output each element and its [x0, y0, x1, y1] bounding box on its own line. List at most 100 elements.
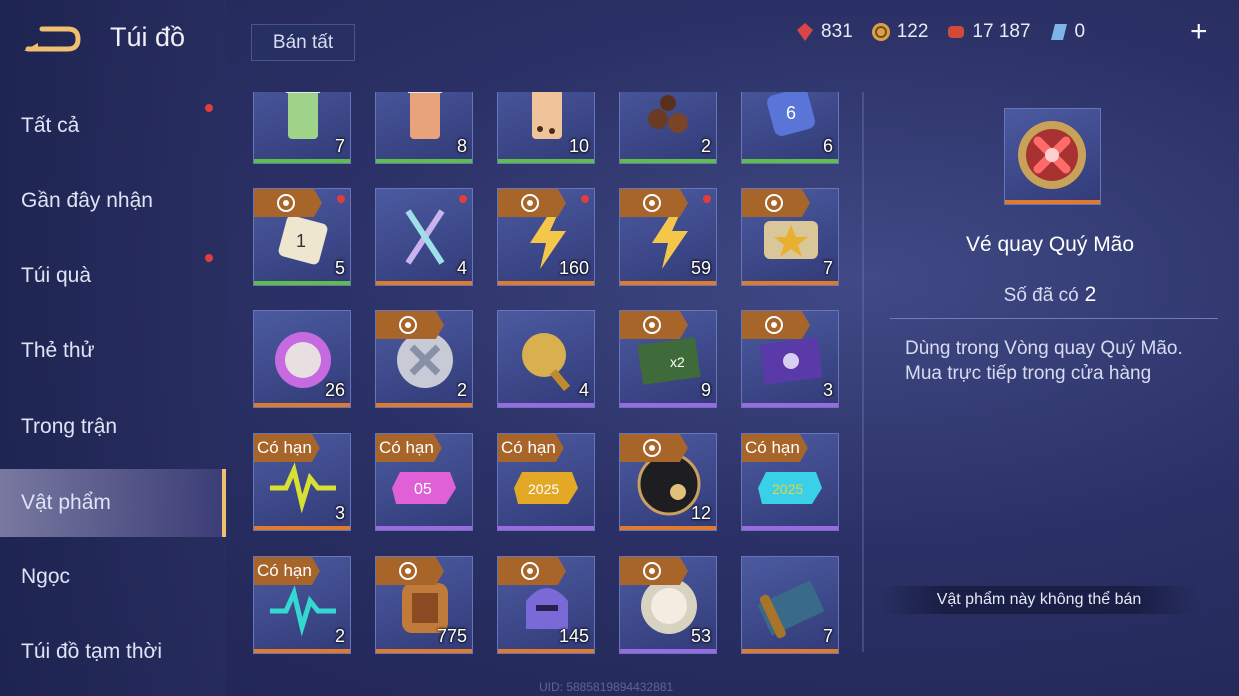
- notification-dot: [205, 104, 213, 112]
- rarity-bar: [376, 281, 472, 285]
- svg-text:1: 1: [296, 231, 306, 251]
- notification-dot: [703, 195, 711, 203]
- purchasable-coin-icon: [620, 434, 688, 462]
- inventory-slot-purple-orb[interactable]: 26: [253, 310, 351, 408]
- item-count: 59: [690, 258, 711, 278]
- inventory-slot-light-sticks[interactable]: 4: [375, 188, 473, 286]
- back-button[interactable]: [22, 22, 82, 58]
- inventory-slot-x2-green-card[interactable]: x2 9: [619, 310, 717, 408]
- item-count: 3: [822, 380, 833, 400]
- rarity-bar: [498, 526, 594, 530]
- item-count: 2: [700, 136, 711, 156]
- back-arrow-icon: [24, 26, 81, 52]
- light-sticks-icon: [405, 209, 445, 265]
- item-count: 2: [456, 380, 467, 400]
- sidebar-item-label: Trong trận: [21, 415, 118, 438]
- inventory-slot-blue-dice[interactable]: 66: [741, 92, 839, 164]
- item-count: 9: [700, 380, 711, 400]
- inventory-slot-silver-x-orb[interactable]: 2: [375, 310, 473, 408]
- currency-value: 831: [821, 21, 853, 42]
- inventory-slot-yellow-pulse[interactable]: Có hạn 3: [253, 433, 351, 531]
- blue-dice-icon: 6: [767, 92, 815, 136]
- inventory-slot-lightning-bolt-small[interactable]: 59: [619, 188, 717, 286]
- sidebar-item[interactable]: Trong trận: [0, 393, 226, 461]
- owned-value: 2: [1084, 283, 1097, 306]
- svg-text:6: 6: [786, 103, 796, 123]
- sidebar-item[interactable]: Vật phẩm: [0, 469, 226, 537]
- inventory-slot-pink-05-badge[interactable]: 05 Có hạn: [375, 433, 473, 531]
- currency-red-gem[interactable]: 831: [795, 21, 853, 43]
- sidebar-item[interactable]: Gần đây nhận: [0, 167, 226, 235]
- notification-dot: [581, 195, 589, 203]
- detail-description: Dùng trong Vòng quay Quý Mão. Mua trực t…: [905, 336, 1215, 386]
- currency-bar: 831 122 17 187 0: [795, 17, 1227, 47]
- currency-value: 0: [1074, 21, 1086, 42]
- rarity-bar: [742, 649, 838, 653]
- limited-tag: Có hạn: [254, 557, 320, 585]
- item-count: 26: [324, 380, 345, 400]
- currency-gold-coin[interactable]: 122: [871, 21, 928, 43]
- purchasable-coin-icon: [498, 189, 566, 217]
- currency-blue-diamond[interactable]: 0: [1049, 21, 1086, 43]
- inventory-slot-orange-tea-cup[interactable]: 8: [375, 92, 473, 164]
- chocolate-balls-icon: [648, 95, 688, 133]
- spin-ticket-icon: [1018, 121, 1086, 189]
- rarity-bar: [742, 159, 838, 163]
- svg-text:05: 05: [414, 481, 432, 498]
- currency-red-voucher[interactable]: 17 187: [946, 21, 1031, 43]
- limited-tag: Có hạn: [376, 434, 442, 462]
- item-count: 53: [690, 626, 711, 646]
- inventory-slot-tap-hand-coin[interactable]: 12: [619, 433, 717, 531]
- inventory-slot-cyan-pulse[interactable]: Có hạn 2: [253, 556, 351, 654]
- inventory-slot-silver-orb[interactable]: 53: [619, 556, 717, 654]
- purchasable-coin-icon: [742, 189, 810, 217]
- item-count: 4: [578, 380, 589, 400]
- inventory-slot-green-tea-cup[interactable]: 7: [253, 92, 351, 164]
- inventory-slot-lightning-bolt[interactable]: 160: [497, 188, 595, 286]
- inventory-slot-bubble-tea-cup[interactable]: 10: [497, 92, 595, 164]
- svg-text:2025: 2025: [772, 481, 803, 497]
- purchasable-coin-icon: [498, 557, 566, 585]
- rarity-bar: [620, 159, 716, 163]
- notification-dot: [337, 195, 345, 203]
- limited-tag: Có hạn: [254, 434, 320, 462]
- detail-item-icon: [1004, 108, 1101, 205]
- inventory-slot-cyan-2025-badge[interactable]: 2025 Có hạn: [741, 433, 839, 531]
- notification-dot: [205, 254, 213, 262]
- golden-key-shield-icon: [522, 333, 571, 391]
- rarity-bar: [498, 159, 594, 163]
- rarity-bar: [620, 403, 716, 407]
- item-count: 160: [558, 258, 589, 278]
- rarity-bar: [254, 281, 350, 285]
- sidebar-item-label: Ngọc: [21, 565, 71, 588]
- inventory-slot-purple-card[interactable]: 3: [741, 310, 839, 408]
- owned-label: Số đã có: [1003, 285, 1079, 306]
- detail-divider: [890, 318, 1218, 319]
- sidebar-item[interactable]: Ngọc: [0, 543, 226, 611]
- gold-coin-icon: [871, 22, 891, 42]
- inventory-slot-purple-helmet[interactable]: 145: [497, 556, 595, 654]
- rarity-bar: [376, 403, 472, 407]
- sidebar-item-label: Túi đồ tạm thời: [21, 640, 162, 663]
- sidebar-item[interactable]: Túi đồ tạm thời: [0, 618, 226, 686]
- rarity-bar: [1005, 200, 1100, 204]
- inventory-slot-scroll-map[interactable]: 7: [741, 556, 839, 654]
- svg-text:2025: 2025: [528, 481, 559, 497]
- inventory-slot-gold-2025-badge[interactable]: 2025 Có hạn: [497, 433, 595, 531]
- inventory-slot-chocolate-balls[interactable]: 2: [619, 92, 717, 164]
- sidebar-item-label: Gần đây nhận: [21, 189, 153, 212]
- inventory-slot-star-ticket[interactable]: 7: [741, 188, 839, 286]
- sidebar-item[interactable]: Thẻ thử: [0, 317, 226, 385]
- inventory-slot-golden-key-shield[interactable]: 4: [497, 310, 595, 408]
- notification-dot: [459, 195, 467, 203]
- sidebar-item[interactable]: Tất cả: [0, 92, 226, 160]
- add-currency-button[interactable]: +: [1190, 17, 1208, 47]
- inventory-slot-white-dice[interactable]: 15: [253, 188, 351, 286]
- svg-text:x2: x2: [670, 354, 685, 370]
- item-count: 10: [568, 136, 589, 156]
- detail-item-name: Vé quay Quý Mão: [965, 233, 1135, 256]
- inventory-slot-bronze-armor[interactable]: 775: [375, 556, 473, 654]
- sell-all-button[interactable]: Bán tất: [251, 24, 355, 61]
- sidebar-item[interactable]: Túi quà: [0, 242, 226, 310]
- blue-diamond-icon: [1049, 22, 1069, 42]
